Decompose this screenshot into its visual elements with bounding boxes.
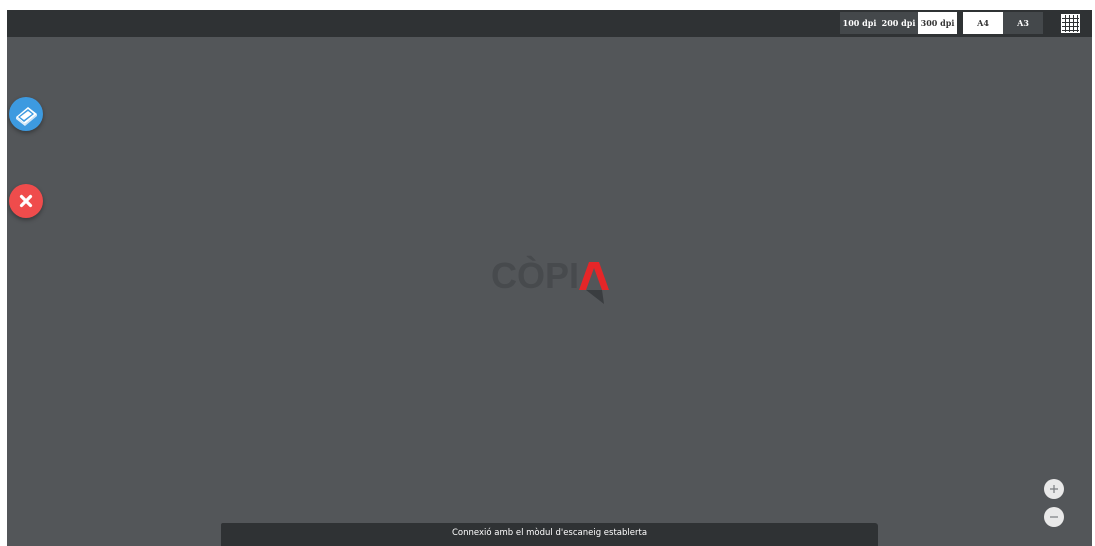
- resolution-selector: 100 dpi 200 dpi 300 dpi: [840, 12, 957, 34]
- status-bar: Connexió amb el mòdul d'escaneig estable…: [221, 523, 878, 546]
- paper-a3-button[interactable]: A3: [1003, 12, 1043, 34]
- close-icon: [19, 194, 33, 208]
- close-button[interactable]: [9, 184, 43, 218]
- paper-size-selector: A4 A3: [963, 12, 1043, 34]
- dpi-200-button[interactable]: 200 dpi: [879, 12, 918, 34]
- zoom-in-button[interactable]: [1044, 479, 1064, 499]
- dpi-100-button[interactable]: 100 dpi: [840, 12, 879, 34]
- paper-a4-button[interactable]: A4: [963, 12, 1003, 34]
- dpi-300-button[interactable]: 300 dpi: [918, 12, 957, 34]
- minus-icon: [1050, 516, 1058, 518]
- scan-button[interactable]: [9, 97, 43, 131]
- grid-icon[interactable]: [1061, 14, 1080, 33]
- zoom-out-button[interactable]: [1044, 507, 1064, 527]
- logo-text: CÒPI: [491, 255, 580, 296]
- scanner-app: 100 dpi 200 dpi 300 dpi A4 A3 CÒPI Conne…: [7, 10, 1092, 546]
- red-a-mark: [579, 262, 609, 304]
- plus-icon: [1050, 485, 1058, 493]
- scanner-icon: [16, 107, 37, 126]
- top-toolbar: 100 dpi 200 dpi 300 dpi A4 A3: [7, 10, 1092, 37]
- status-message: Connexió amb el mòdul d'escaneig estable…: [451, 528, 648, 538]
